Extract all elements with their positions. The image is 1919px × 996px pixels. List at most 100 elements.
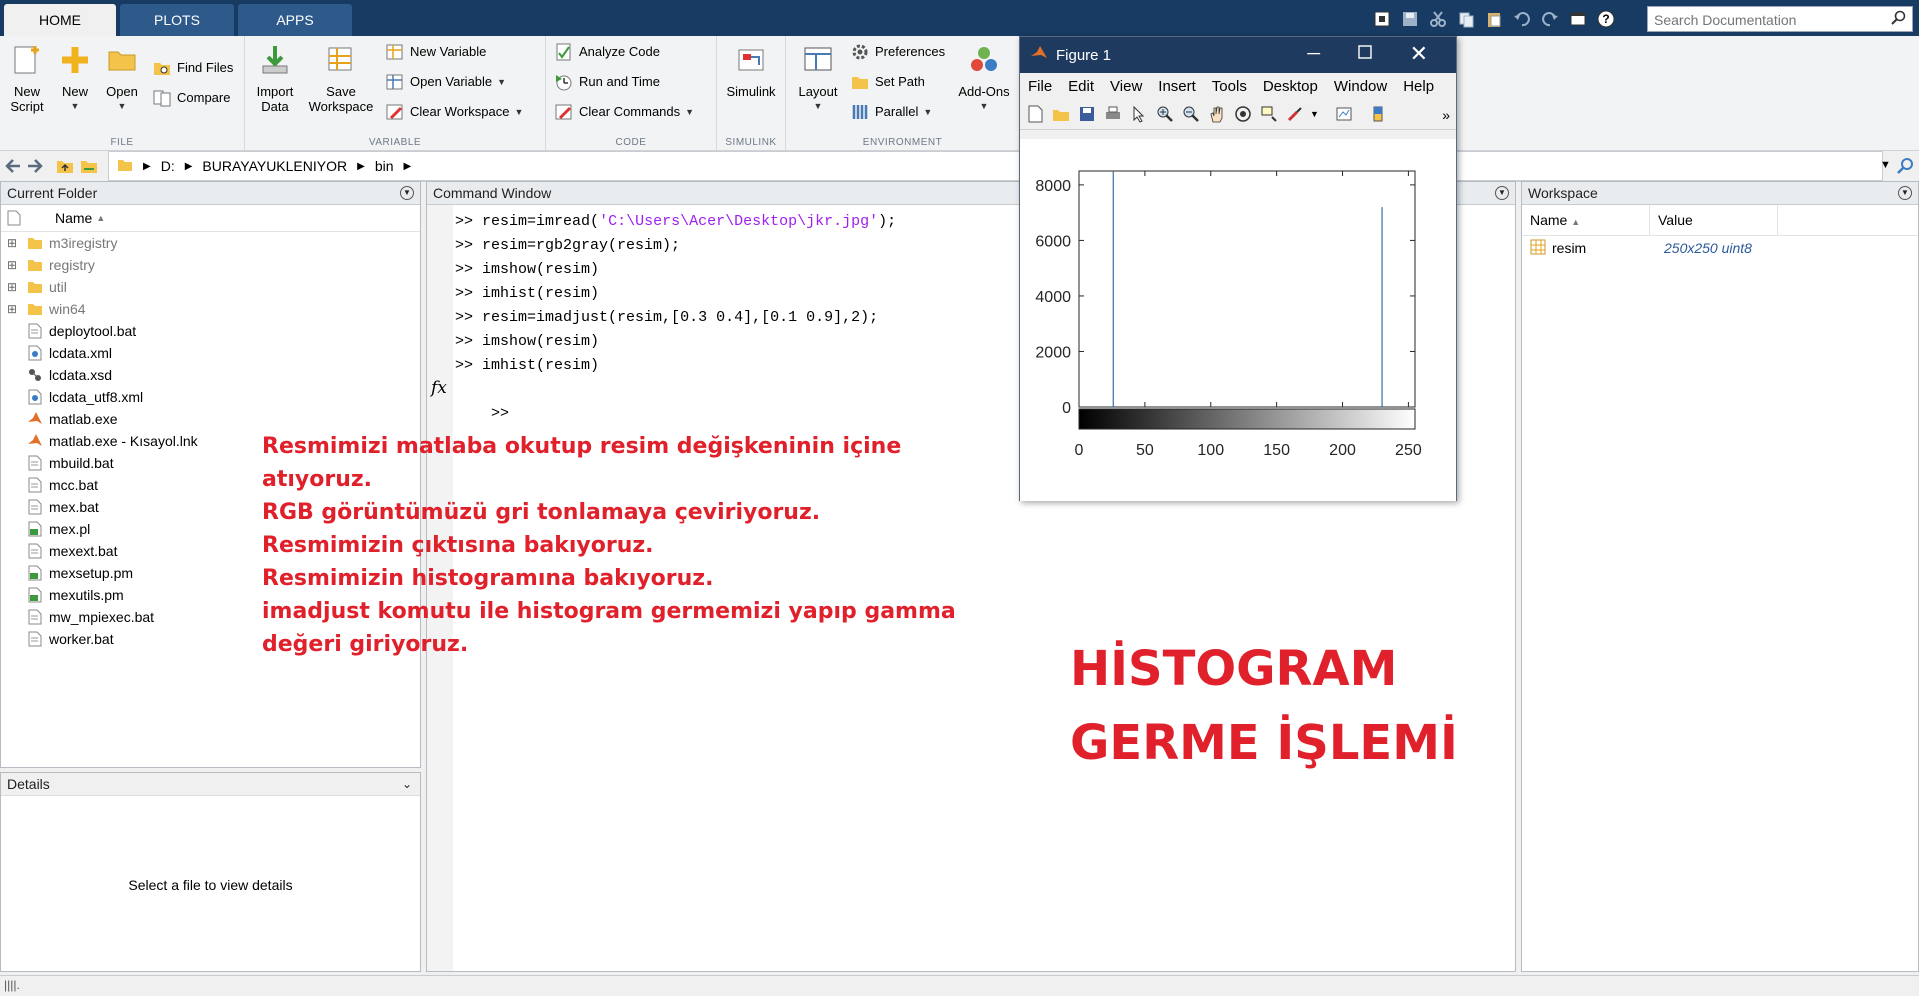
path-dropdown-icon[interactable]: ▼ [1880,159,1891,171]
save-workspace-button[interactable]: Save Workspace [307,42,375,114]
new-figure-icon[interactable] [1024,103,1046,125]
link-plot-icon[interactable] [1333,103,1355,125]
path-part-drive[interactable]: D: [161,158,175,174]
browse-folder-icon[interactable] [80,157,98,178]
command-prompt: >> [455,333,474,350]
workspace-variable-row[interactable]: resim 250x250 uint8 [1522,236,1918,260]
parallel-button[interactable]: Parallel ▼ [850,100,932,124]
command-prompt: >> [491,405,510,422]
data-cursor-icon[interactable] [1258,103,1280,125]
tab-plots[interactable]: PLOTS [120,4,234,36]
clear-commands-button[interactable]: Clear Commands ▼ [554,100,694,124]
figure-menu-item[interactable]: Help [1395,78,1442,95]
path-field[interactable]: ▶ D: ▶ BURAYAYUKLENIYOR ▶ bin ▶ [108,151,1883,181]
switch-windows-icon[interactable] [1566,7,1590,31]
search-documentation-input[interactable] [1652,8,1884,32]
folder-item[interactable]: ⊞ util [1,276,420,298]
toolbar-overflow-icon[interactable]: » [1442,107,1450,123]
path-part-bin[interactable]: bin [375,158,394,174]
chevron-down-icon[interactable]: ▼ [1310,109,1319,119]
find-files-button[interactable]: Find Files [152,56,233,80]
tab-apps[interactable]: APPS [238,4,352,36]
open-variable-button[interactable]: Open Variable ▼ [385,70,506,94]
command-prompt-line[interactable]: >> [455,378,509,422]
rotate-3d-icon[interactable] [1232,103,1254,125]
file-item[interactable]: matlab.exe [1,408,420,430]
search-folder-icon[interactable] [1896,157,1914,178]
figure-menu-item[interactable]: Window [1326,78,1395,95]
expand-icon[interactable]: ⊞ [7,302,21,316]
new-script-button[interactable]: New Script [4,42,50,114]
path-part-folder[interactable]: BURAYAYUKLENIYOR [202,158,347,174]
new-button[interactable]: New ▼ [54,42,96,114]
file-item[interactable]: deploytool.bat [1,320,420,342]
panel-actions-icon[interactable]: ▼ [1495,186,1509,200]
figure-menu-item[interactable]: View [1102,78,1150,95]
search-documentation-box [1647,6,1913,32]
figure-menu-item[interactable]: Insert [1150,78,1204,95]
details-title[interactable]: Details ⌄ [1,773,420,796]
run-and-time-button[interactable]: Run and Time [554,70,660,94]
expand-icon[interactable]: ⊞ [7,258,21,272]
pan-hand-icon[interactable] [1206,103,1228,125]
save-figure-icon[interactable] [1076,103,1098,125]
copy-icon[interactable] [1454,7,1478,31]
close-icon[interactable]: ✕ [1410,41,1428,67]
open-button[interactable]: Open ▼ [100,42,144,114]
figure-menu-item[interactable]: Desktop [1255,78,1326,95]
open-file-icon[interactable] [1050,103,1072,125]
add-ons-button[interactable]: Add-Ons ▼ [954,42,1014,114]
folder-item[interactable]: ⊞ win64 [1,298,420,320]
folder-item[interactable]: ⊞ m3iregistry [1,232,420,254]
workspace-name-header[interactable]: Name ▲ [1522,205,1650,235]
undo-icon[interactable] [1510,7,1534,31]
redo-icon[interactable] [1538,7,1562,31]
preferences-button[interactable]: Preferences [850,40,945,64]
command-history[interactable]: >> resim=imread('C:\Users\Acer\Desktop\j… [455,210,896,378]
analyze-code-button[interactable]: Analyze Code [554,40,660,64]
layout-button[interactable]: Layout ▼ [790,42,846,114]
section-label-file: FILE [110,137,134,148]
pl-file-icon [27,565,43,581]
minimize-icon[interactable]: ─ [1307,43,1320,64]
up-folder-icon[interactable] [56,157,74,178]
brush-icon[interactable] [1284,103,1306,125]
compare-button[interactable]: Compare [152,86,230,110]
zoom-out-icon[interactable] [1180,103,1202,125]
pointer-icon[interactable] [1128,103,1150,125]
folder-column-header[interactable]: Name ▲ [1,205,420,232]
set-path-button[interactable]: Set Path [850,70,925,94]
search-icon[interactable] [1890,10,1906,29]
tab-home[interactable]: HOME [4,4,116,36]
simulink-button[interactable]: Simulink [721,42,781,99]
cut-icon[interactable] [1426,7,1450,31]
figure-menu-item[interactable]: Tools [1204,78,1255,95]
panel-actions-icon[interactable]: ▼ [400,186,414,200]
save-icon[interactable] [1398,7,1422,31]
help-icon[interactable]: ? [1594,7,1618,31]
figure-menu-item[interactable]: File [1020,78,1060,95]
print-icon[interactable] [1102,103,1124,125]
panel-actions-icon[interactable]: ▼ [1898,186,1912,200]
workspace-value-header[interactable]: Value [1650,205,1778,235]
clear-workspace-button[interactable]: Clear Workspace ▼ [385,100,523,124]
file-item[interactable]: lcdata.xsd [1,364,420,386]
file-item[interactable]: lcdata.xml [1,342,420,364]
forward-arrow-icon[interactable] [26,157,44,178]
layout-icon[interactable] [1370,7,1394,31]
back-arrow-icon[interactable] [4,157,22,178]
file-item[interactable]: lcdata_utf8.xml [1,386,420,408]
histogram-plot[interactable]: 0 2000 4000 6000 8000 0 50 100 150 200 250 [1020,139,1456,501]
figure-menu-item[interactable]: Edit [1060,78,1102,95]
function-browser-icon[interactable]: fx [431,378,447,398]
expand-icon[interactable]: ⊞ [7,236,21,250]
import-data-button[interactable]: Import Data [249,42,301,114]
insert-colorbar-icon[interactable] [1367,103,1389,125]
paste-icon[interactable] [1482,7,1506,31]
folder-item[interactable]: ⊞ registry [1,254,420,276]
new-variable-button[interactable]: New Variable [385,40,486,64]
expand-icon[interactable]: ⊞ [7,280,21,294]
zoom-in-icon[interactable] [1154,103,1176,125]
maximize-icon[interactable] [1358,45,1372,63]
chevron-down-icon[interactable]: ⌄ [402,773,412,795]
